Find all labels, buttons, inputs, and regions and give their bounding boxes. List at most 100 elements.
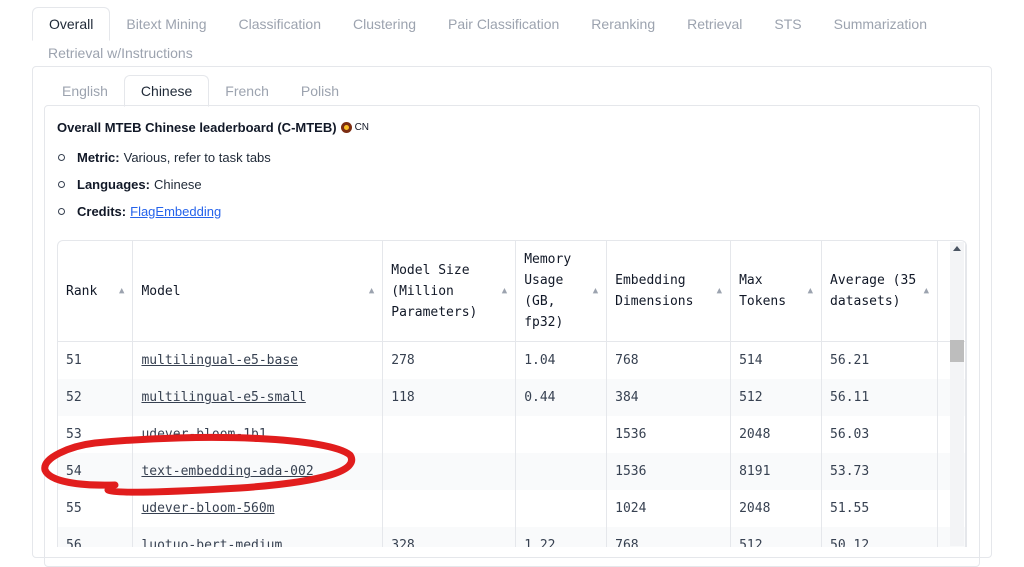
cell-model[interactable]: multilingual-e5-base [132,341,384,379]
cell-embedding: 768 [606,341,732,379]
category-tabs-row-2: Retrieval w/Instructions [32,40,992,66]
language-tabs: English Chinese French Polish [46,75,355,107]
cell-max-tokens: 512 [730,527,823,547]
sort-arrow-icon: ▲ [368,285,375,296]
table-row: 51 multilingual-e5-base 278 1.04 768 514 56.21 [58,341,966,379]
header-rank[interactable]: Rank ▲ [58,241,134,342]
cell-max-tokens: 2048 [730,490,823,527]
credits-link[interactable]: FlagEmbedding [130,201,221,223]
info-metric: Metric: Various, refer to task tabs [58,144,271,171]
china-flag-icon [340,122,352,133]
cell-model[interactable]: multilingual-e5-small [132,379,384,416]
tab-english[interactable]: English [46,76,124,106]
sort-arrow-icon: ▲ [501,285,508,296]
category-tabs: Overall Bitext Mining Classification Clu… [32,7,992,66]
cell-rank: 51 [58,341,134,379]
cell-max-tokens: 512 [730,379,823,416]
cell-average: 56.03 [821,416,938,453]
leaderboard-table: Rank ▲ Model ▲ Model Size (Million Paramet… [58,241,966,547]
cell-embedding: 1536 [606,453,732,490]
flag-badge-text: CN [354,122,370,133]
cell-memory: 0.44 [515,379,608,416]
bullet-icon [58,181,65,188]
header-model-size[interactable]: Model Size (Million Parameters) ▲ [382,241,517,342]
header-rank-label: Rank [66,283,98,299]
cell-model-size [382,453,517,490]
sort-arrow-icon: ▲ [923,285,929,296]
cell-max-tokens: 2048 [730,416,823,453]
leaderboard-table-container: Rank ▲ Model ▲ Model Size (Million Paramet… [57,240,967,547]
cell-average: 56.21 [821,341,938,379]
table-scrollbar[interactable] [950,242,964,546]
tab-bitext-mining[interactable]: Bitext Mining [110,8,222,40]
header-max-tokens[interactable]: Max Tokens ▲ [730,241,823,342]
cell-model-size [382,490,517,527]
tab-retrieval[interactable]: Retrieval [671,8,758,40]
tab-pair-classification[interactable]: Pair Classification [432,8,575,40]
cell-embedding: 1536 [606,416,732,453]
sort-arrow-icon: ▲ [716,285,723,296]
table-row: 55 udever-bloom-560m 1024 2048 51.55 [58,490,966,527]
sort-arrow-icon: ▲ [119,285,125,296]
leaderboard-info: Metric: Various, refer to task tabs Lang… [58,144,271,225]
cell-embedding: 1024 [606,490,732,527]
table-row: 54 text-embedding-ada-002 1536 8191 53.73 [58,453,966,490]
header-model-label: Model [141,283,181,299]
cell-rank: 54 [58,453,134,490]
cell-memory: 1.04 [515,341,608,379]
tab-clustering[interactable]: Clustering [337,8,432,40]
table-row: 52 multilingual-e5-small 118 0.44 384 512 56.1… [58,379,966,416]
tab-french[interactable]: French [209,76,285,106]
header-model[interactable]: Model ▲ [132,241,384,342]
header-embedding[interactable]: Embedding Dimensions ▲ [606,241,732,342]
leaderboard-title-text: Overall MTEB Chinese leaderboard (C-MTEB… [57,120,337,135]
scrollbar-thumb[interactable] [950,340,964,362]
cell-model-size [382,416,517,453]
header-embedding-label: Embedding Dimensions [615,273,694,309]
table-header-row: Rank ▲ Model ▲ Model Size (Million Paramet… [58,241,966,342]
bullet-icon [58,154,65,161]
cell-model[interactable]: text-embedding-ada-002 [132,453,384,490]
cell-rank: 56 [58,527,134,547]
cell-rank: 55 [58,490,134,527]
category-tabs-row-1: Overall Bitext Mining Classification Clu… [32,7,992,41]
tab-reranking[interactable]: Reranking [575,8,671,40]
cell-model[interactable]: udever-bloom-1b1 [132,416,384,453]
cell-embedding: 384 [606,379,732,416]
cell-rank: 53 [58,416,134,453]
metric-value: Various, refer to task tabs [123,149,271,165]
bullet-icon [58,208,65,215]
cell-model[interactable]: luotuo-bert-medium [132,527,384,547]
languages-value: Chinese [153,176,202,192]
header-average[interactable]: Average (35 datasets) ▲ [821,241,938,342]
flag-badge: CN [340,122,370,133]
header-memory-label: Memory Usage (GB, fp32) [524,252,572,330]
cell-rank: 52 [58,379,134,416]
tab-classification[interactable]: Classification [223,8,337,40]
cell-memory [515,453,608,490]
tab-chinese[interactable]: Chinese [123,75,210,107]
cell-average: 53.73 [821,453,938,490]
scroll-up-arrow-icon[interactable] [953,246,961,251]
cell-embedding: 768 [606,527,732,547]
tab-polish[interactable]: Polish [285,76,355,106]
cell-average: 51.55 [821,490,938,527]
sort-arrow-icon: ▲ [807,285,814,296]
tab-summarization[interactable]: Summarization [818,8,943,40]
cell-memory [515,416,608,453]
cell-model-size: 328 [382,527,517,547]
cell-model-size: 118 [382,379,517,416]
cell-average: 56.11 [821,379,938,416]
header-model-size-label: Model Size (Million Parameters) [391,262,478,320]
sort-arrow-icon: ▲ [592,285,599,296]
header-memory[interactable]: Memory Usage (GB, fp32) ▲ [515,241,608,342]
cell-model-size: 278 [382,341,517,379]
tab-sts[interactable]: STS [758,8,817,40]
header-max-tokens-label: Max Tokens [739,273,787,309]
cell-memory [515,490,608,527]
tab-retrieval-instructions[interactable]: Retrieval w/Instructions [32,40,209,66]
cell-model[interactable]: udever-bloom-560m [132,490,384,527]
cell-max-tokens: 8191 [730,453,823,490]
tab-overall[interactable]: Overall [32,7,111,41]
metric-label: Metric: [77,149,120,165]
